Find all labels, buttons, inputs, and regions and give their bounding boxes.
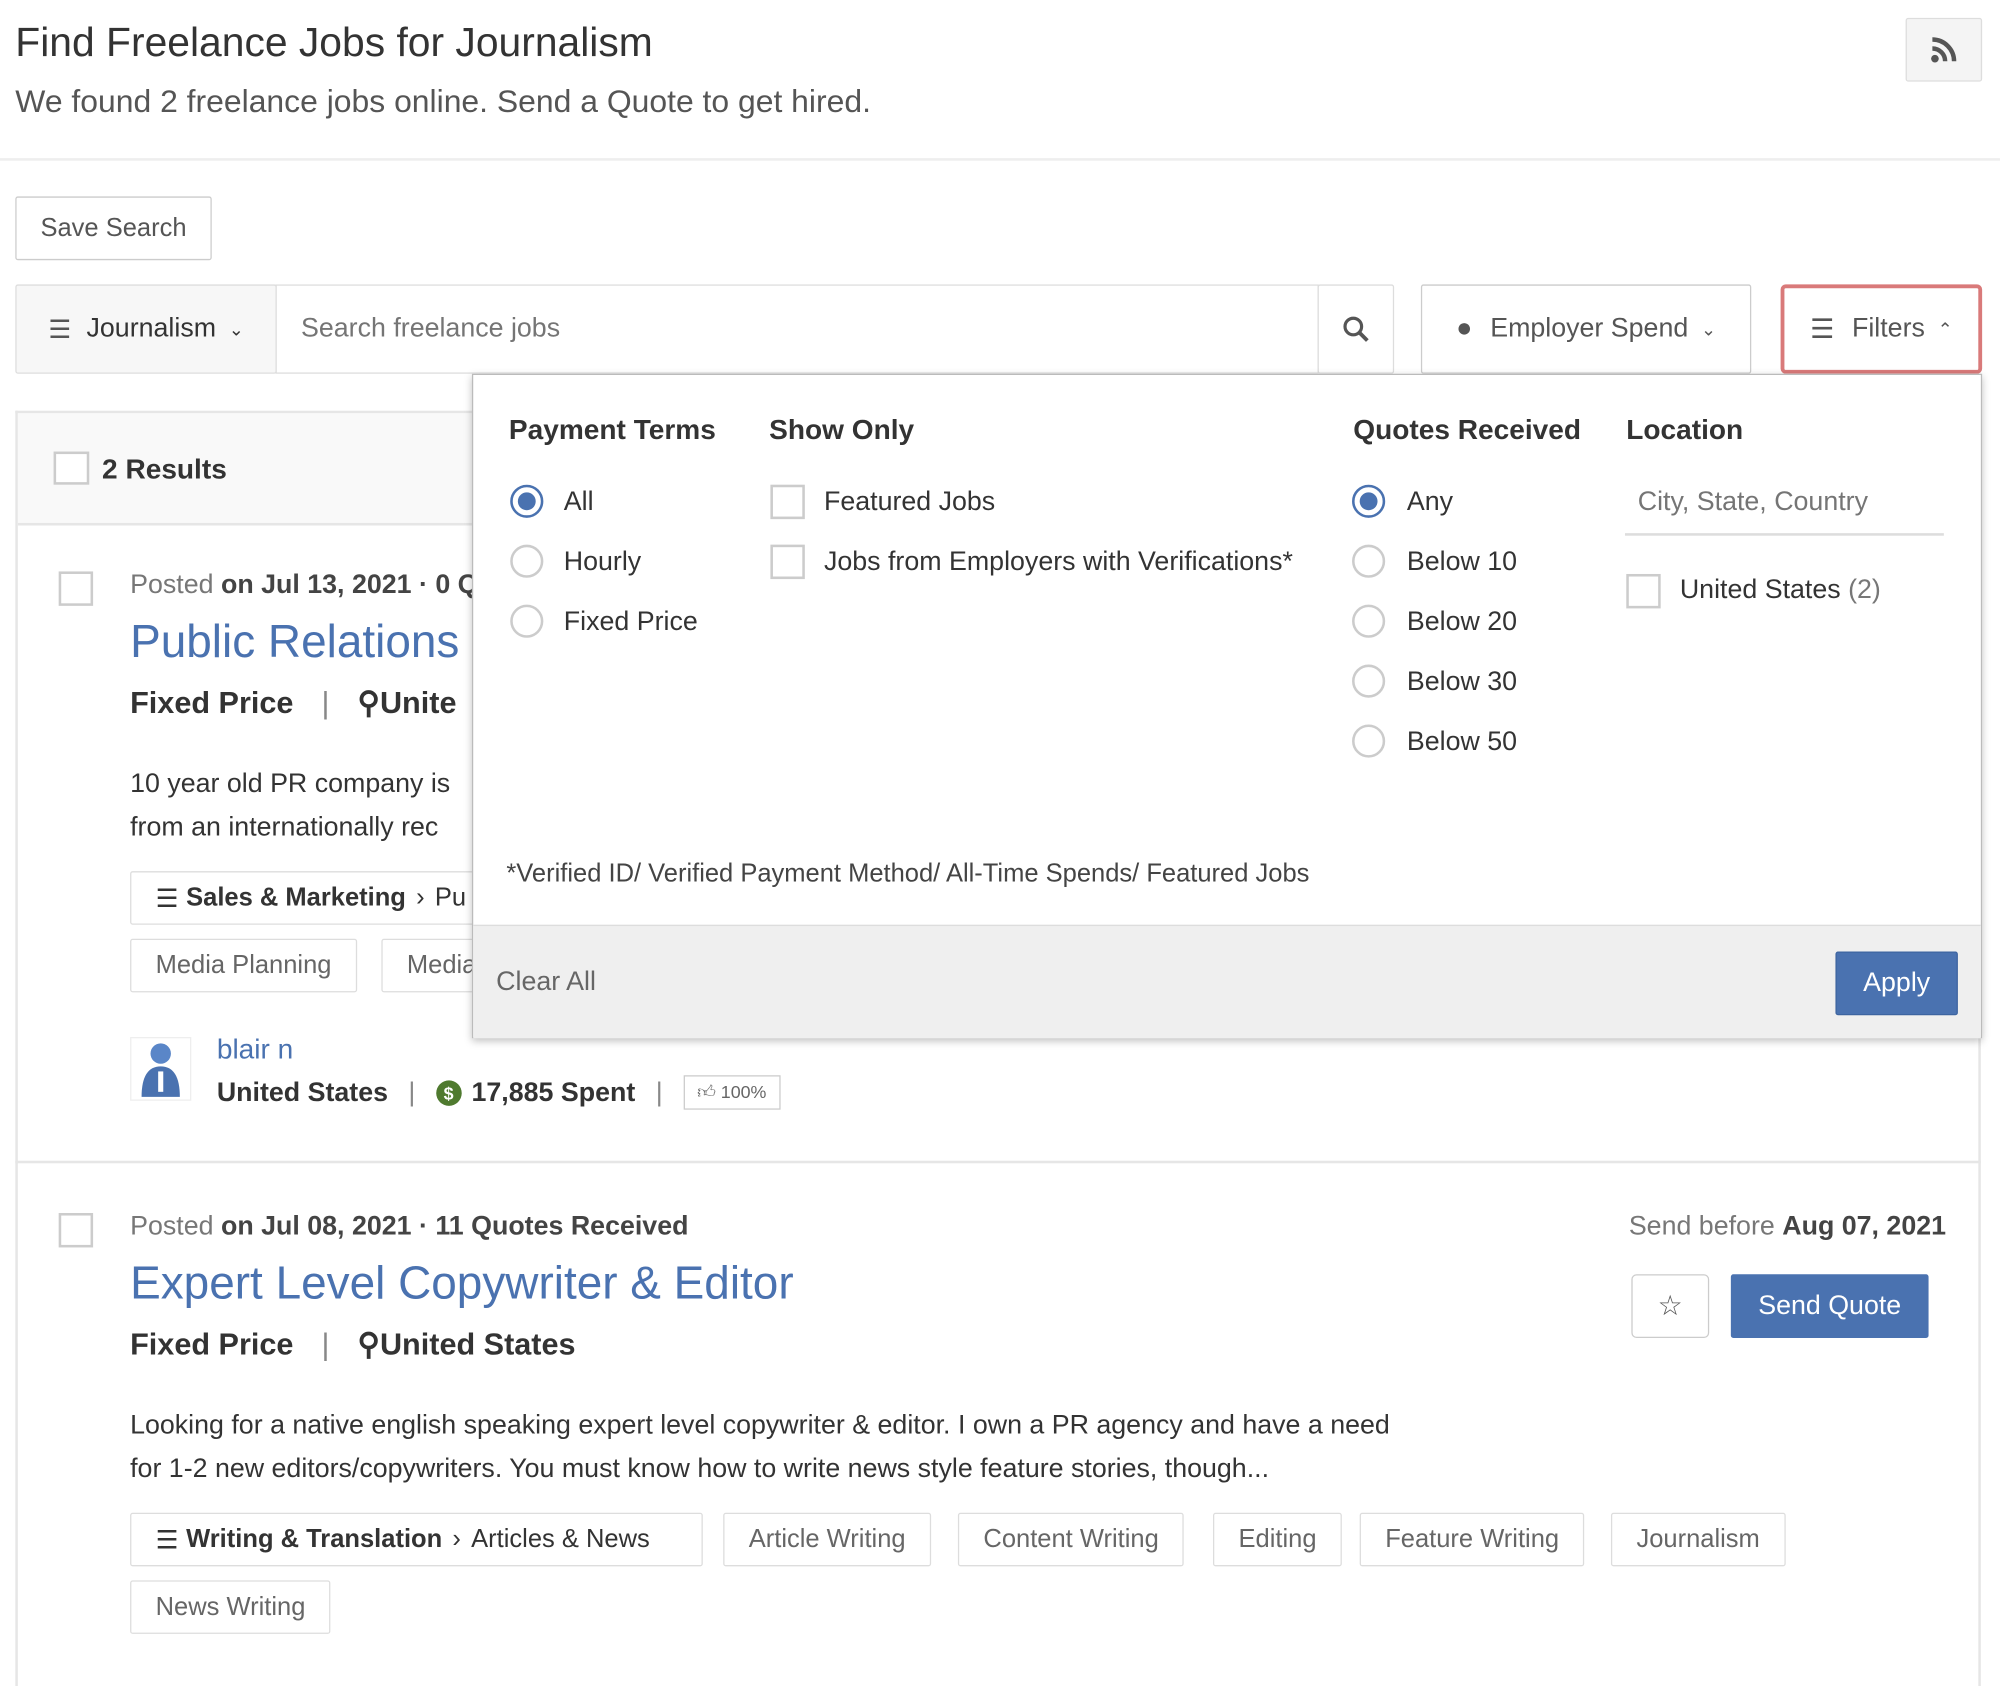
list-icon: ☰ [155,1526,179,1555]
favorite-button[interactable]: ☆ [1631,1274,1710,1338]
location-input[interactable] [1624,471,1944,536]
featured-jobs-checkbox[interactable] [770,484,805,520]
united-states-checkbox[interactable] [1626,573,1661,609]
employer-info: United States | $ 17,885 Spent | 👍︎ 100% [217,1075,781,1110]
quotes-below20-label: Below 20 [1406,607,1518,637]
chevron-up-icon: ⌃ [1937,318,1953,339]
employer-spend-label: Employer Spend [1490,313,1689,344]
payment-fixed-radio[interactable] [510,604,544,638]
quotes-any-label: Any [1406,487,1454,517]
payment-terms-heading: Payment Terms [508,413,716,446]
category-tag[interactable]: ☰ Sales & Marketing › Pu [130,871,513,925]
clear-all-button[interactable]: Clear All [496,967,596,998]
sliders-icon: ☰ [1810,314,1835,344]
list-icon: ☰ [155,884,179,913]
save-search-button[interactable]: Save Search [15,196,212,261]
job-checkbox[interactable] [58,1213,94,1248]
skill-tag[interactable]: Editing [1213,1512,1343,1567]
quotes-below20-radio[interactable] [1352,604,1386,638]
skill-tag[interactable]: Media Planning [130,938,357,993]
job-description: Looking for a native english speaking ex… [130,1410,1390,1484]
chevron-down-icon: ⌄ [1701,318,1716,339]
payment-all-radio[interactable] [510,484,544,518]
skill-tag[interactable]: Feature Writing [1359,1512,1585,1567]
coins-icon: ● [1456,313,1473,344]
rss-icon [1931,37,1957,63]
job-description: 10 year old PR company is from an interna… [130,769,451,842]
search-input[interactable] [275,284,1319,374]
location-heading: Location [1626,413,1744,446]
skill-tag[interactable]: Content Writing [957,1512,1185,1567]
star-icon: ☆ [1657,1289,1683,1322]
location-pin-icon: ⚲ [357,1327,380,1363]
payment-hourly-radio[interactable] [510,544,544,578]
job-posted: Posted on Jul 13, 2021 · 0 Q [130,570,479,600]
rating-badge: 👍︎ 100% [683,1075,781,1110]
employer-name[interactable]: blair n [217,1033,293,1066]
united-states-label: United States (2) [1679,575,1881,605]
divider [0,158,2000,161]
select-all-checkbox[interactable] [53,451,90,485]
quotes-below50-radio[interactable] [1352,724,1386,758]
payment-hourly-label: Hourly [563,547,642,577]
apply-button[interactable]: Apply [1835,951,1958,1016]
location-pin-icon: ⚲ [357,686,380,721]
quotes-received-heading: Quotes Received [1353,413,1582,446]
quotes-below10-radio[interactable] [1352,544,1386,578]
rss-button[interactable] [1905,17,1983,82]
filters-button[interactable]: ☰ Filters ⌃ [1780,284,1983,374]
results-count: 2 Results [102,452,227,485]
page-title: Find Freelance Jobs for Journalism [15,19,653,66]
verified-employers-checkbox[interactable] [770,544,805,580]
chevron-down-icon: ⌄ [228,318,244,339]
search-icon [1343,316,1369,342]
skill-tag[interactable]: Article Writing [723,1512,932,1567]
page-subtitle: We found 2 freelance jobs online. Send a… [15,84,871,120]
filters-footnote: *Verified ID/ Verified Payment Method/ A… [506,859,1310,888]
payment-fixed-label: Fixed Price [563,607,698,637]
payment-all-label: All [563,487,594,517]
dollar-icon: $ [435,1079,462,1106]
divider [15,1160,1981,1164]
job-checkbox[interactable] [58,571,94,606]
search-button[interactable] [1317,284,1395,374]
send-quote-button[interactable]: Send Quote [1730,1274,1929,1338]
quotes-below30-radio[interactable] [1352,664,1386,698]
verified-employers-label: Jobs from Employers with Verifications* [823,547,1293,577]
thumbs-up-icon: 👍︎ [697,1081,716,1103]
show-only-heading: Show Only [769,413,915,446]
send-before: Send before Aug 07, 2021 [1628,1211,1947,1242]
skill-tag[interactable]: News Writing [130,1580,331,1634]
filters-footer: Clear All Apply [473,924,1981,1039]
filters-panel: Payment Terms All Hourly Fixed Price Sho… [471,373,1983,1039]
category-label: Journalism [86,313,217,344]
category-dropdown[interactable]: ☰ Journalism ⌄ [15,284,277,374]
employer-spend-dropdown[interactable]: ● Employer Spend ⌄ [1420,284,1752,374]
category-tag[interactable]: ☰ Writing & Translation › Articles & News [130,1512,703,1567]
quotes-any-radio[interactable] [1352,484,1386,518]
skill-tag[interactable]: Journalism [1610,1512,1786,1567]
featured-jobs-label: Featured Jobs [823,487,996,517]
filters-label: Filters [1851,313,1925,344]
job-meta: Fixed Price | ⚲Unite [130,686,457,721]
quotes-below10-label: Below 10 [1406,547,1518,577]
job-title[interactable]: Public Relations [130,615,459,669]
job-title[interactable]: Expert Level Copywriter & Editor [130,1256,794,1310]
job-meta: Fixed Price | ⚲United States [130,1327,576,1363]
job-posted: Posted on Jul 08, 2021 · 11 Quotes Recei… [130,1211,689,1242]
quotes-below30-label: Below 30 [1406,667,1518,697]
list-icon: ☰ [48,315,72,344]
avatar [130,1036,192,1101]
quotes-below50-label: Below 50 [1406,727,1518,757]
